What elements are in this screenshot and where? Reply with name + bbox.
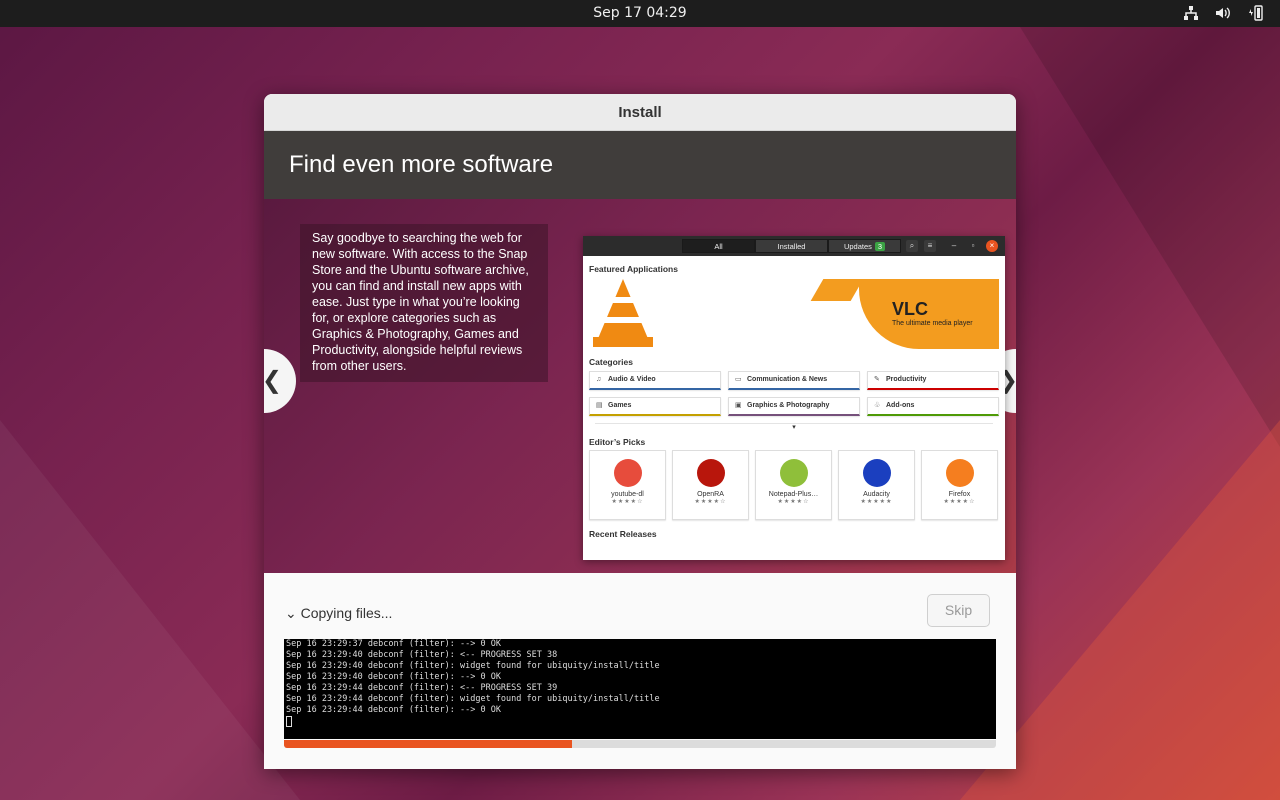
- screenshot-search-icon: ⌕: [906, 240, 918, 252]
- screenshot-close-icon: ×: [986, 240, 998, 252]
- terminal-cursor: [286, 716, 292, 727]
- category-tile: ▣ Graphics & Photography: [728, 397, 860, 416]
- banner-subtitle: The ultimate media player: [892, 320, 973, 327]
- window-title[interactable]: Install: [264, 94, 1016, 131]
- category-icon: ✎: [874, 376, 880, 383]
- system-tray[interactable]: [1182, 4, 1264, 22]
- category-tile: ▭ Communication & News: [728, 371, 860, 390]
- picks-heading: Editor’s Picks: [589, 437, 646, 447]
- banner-decoration: [810, 279, 864, 301]
- recent-heading: Recent Releases: [589, 529, 657, 539]
- log-line: Sep 16 23:29:44 debconf (filter): <-- PR…: [286, 683, 558, 693]
- featured-heading: Featured Applications: [589, 264, 678, 274]
- network-icon[interactable]: [1182, 4, 1200, 22]
- install-log[interactable]: Sep 16 23:29:37 debconf (filter): --> 0 …: [284, 639, 996, 739]
- banner-title: VLC: [892, 299, 928, 319]
- progress-bar: [284, 740, 996, 748]
- pick-rating: ★★★★☆: [694, 499, 727, 505]
- chevron-down-icon[interactable]: ⌄: [285, 605, 297, 621]
- pick-card: Notepad-Plus… ★★★★☆: [755, 450, 832, 520]
- category-icon: ♧: [874, 402, 881, 409]
- audacity-icon: [862, 459, 891, 487]
- screenshot-tab-updates: Updates 3: [828, 239, 901, 253]
- skip-button[interactable]: Skip: [927, 594, 990, 627]
- pick-rating: ★★★★☆: [943, 499, 976, 505]
- vlc-cone-stripe: [609, 297, 637, 303]
- pick-card: Audacity ★★★★★: [838, 450, 915, 520]
- youtube-dl-icon: [613, 459, 642, 487]
- category-tile: ✎ Productivity: [867, 371, 999, 390]
- category-tile: ♧ Add-ons: [867, 397, 999, 416]
- category-icon: ▭: [735, 376, 742, 383]
- category-label: Audio & Video: [608, 376, 656, 383]
- pick-name: youtube-dl: [611, 491, 644, 498]
- notepad-plus-icon: [779, 459, 808, 487]
- progress-label: Copying files...: [300, 605, 393, 621]
- category-icon: ♫: [596, 376, 602, 383]
- vlc-cone-stripe: [603, 317, 643, 323]
- wallpaper-shape: [1020, 27, 1280, 447]
- clock[interactable]: Sep 17 04:29: [0, 5, 1280, 21]
- pick-rating: ★★★★☆: [777, 499, 810, 505]
- pick-card: Firefox ★★★★☆: [921, 450, 998, 520]
- updates-badge: 3: [874, 242, 886, 251]
- openra-icon: [696, 459, 725, 487]
- installer-window: Install Find even more software Say good…: [264, 94, 1016, 769]
- screenshot-headerbar: All Installed Updates 3 ⌕ ≡ – ▫ ×: [583, 236, 1005, 256]
- previous-slide-button[interactable]: ❮: [264, 349, 296, 413]
- slide-heading: Find even more software: [264, 131, 1016, 199]
- pick-rating: ★★★★☆: [611, 499, 644, 505]
- log-line: Sep 16 23:29:40 debconf (filter): <-- PR…: [286, 650, 558, 660]
- category-tile: ▤ Games: [589, 397, 721, 416]
- pick-name: OpenRA: [697, 491, 724, 498]
- pick-card: youtube-dl ★★★★☆: [589, 450, 666, 520]
- vlc-cone-icon: [597, 279, 649, 341]
- software-screenshot: All Installed Updates 3 ⌕ ≡ – ▫ × Feature…: [583, 236, 1005, 560]
- log-line: Sep 16 23:29:44 debconf (filter): --> 0 …: [286, 705, 501, 715]
- category-label: Add-ons: [886, 402, 915, 409]
- slideshow: Say goodbye to searching the web for new…: [264, 199, 1016, 573]
- progress-expander[interactable]: ⌄ Copying files...: [285, 605, 392, 622]
- pick-name: Notepad-Plus…: [768, 491, 819, 498]
- category-grid: ♫ Audio & Video ▭ Communication & News ✎ Pr…: [589, 371, 999, 416]
- pick-name: Firefox: [948, 491, 971, 498]
- log-line: Sep 16 23:29:44 debconf (filter): widget…: [286, 694, 660, 704]
- screenshot-maximize-icon: ▫: [971, 241, 975, 250]
- category-tile: ♫ Audio & Video: [589, 371, 721, 390]
- screenshot-minimize-icon: –: [951, 241, 957, 250]
- battery-icon[interactable]: [1246, 4, 1264, 22]
- progress-fill: [284, 740, 573, 748]
- volume-icon[interactable]: [1214, 4, 1232, 22]
- screenshot-tab-all: All: [682, 239, 755, 253]
- vlc-cone-base: [593, 337, 653, 347]
- pick-card: OpenRA ★★★★☆: [672, 450, 749, 520]
- category-label: Graphics & Photography: [747, 402, 830, 409]
- chevron-down-icon: ▾: [595, 423, 993, 435]
- pick-rating: ★★★★★: [860, 499, 893, 505]
- log-line: Sep 16 23:29:37 debconf (filter): --> 0 …: [286, 639, 501, 649]
- log-line: Sep 16 23:29:40 debconf (filter): --> 0 …: [286, 672, 501, 682]
- screenshot-tab-updates-label: Updates: [843, 242, 872, 251]
- progress-section: ⌄ Copying files... Skip Sep 16 23:29:37 …: [264, 573, 1016, 768]
- category-icon: ▤: [596, 402, 603, 409]
- category-label: Games: [608, 402, 632, 409]
- category-label: Communication & News: [747, 376, 828, 383]
- pick-name: Audacity: [863, 491, 890, 498]
- categories-heading: Categories: [589, 357, 633, 367]
- screenshot-tab-installed: Installed: [755, 239, 828, 253]
- editors-picks: youtube-dl ★★★★☆ OpenRA ★★★★☆ Notepad-Plus…: [589, 450, 999, 520]
- log-line: Sep 16 23:29:40 debconf (filter): widget…: [286, 661, 660, 671]
- wallpaper-shape: [0, 420, 300, 800]
- slide-description: Say goodbye to searching the web for new…: [300, 224, 548, 382]
- firefox-icon: [945, 459, 974, 487]
- screenshot-menu-icon: ≡: [924, 240, 936, 252]
- featured-banner: VLC The ultimate media player: [589, 279, 999, 349]
- banner-decoration: [859, 279, 999, 349]
- category-icon: ▣: [735, 402, 742, 409]
- category-label: Productivity: [886, 376, 927, 383]
- top-bar: Sep 17 04:29: [0, 0, 1280, 27]
